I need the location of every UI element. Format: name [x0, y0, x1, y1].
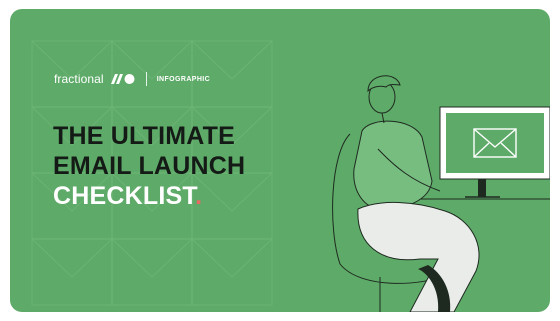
fractional-logo-icon	[110, 74, 135, 84]
computer-monitor	[439, 106, 550, 198]
person-at-computer-illustration	[332, 75, 550, 312]
accent-dot: .	[195, 182, 203, 210]
headline-checklist: CHECKLIST	[53, 182, 196, 210]
headline: THE ULTIMATE EMAIL LAUNCH CHECKLIST.	[53, 121, 245, 211]
person-torso	[353, 120, 433, 210]
brand-divider	[145, 72, 147, 86]
brand-tag: INFOGRAPHIC	[156, 75, 211, 83]
headline-line-3: CHECKLIST.	[53, 181, 245, 211]
headline-line-1: THE ULTIMATE	[53, 122, 236, 150]
brand-header: fractional INFOGRAPHIC	[54, 72, 210, 86]
brand-name: fractional	[54, 72, 104, 86]
person-head	[367, 75, 401, 124]
headline-line-2: EMAIL LAUNCH	[53, 152, 246, 180]
person-legs	[357, 202, 480, 312]
hero-banner: fractional INFOGRAPHIC THE ULTIMATE EMAI…	[10, 9, 550, 312]
